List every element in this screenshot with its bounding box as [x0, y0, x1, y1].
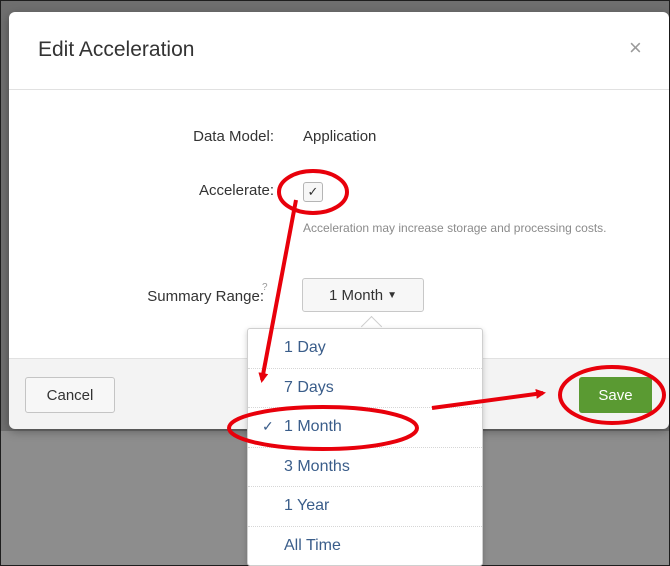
menu-item-1-year[interactable]: 1 Year — [248, 487, 482, 527]
checkmark-icon: ✓ — [262, 418, 274, 434]
chevron-down-icon: ▼ — [387, 289, 398, 301]
menu-item-7-days[interactable]: 7 Days — [248, 369, 482, 408]
summary-range-value: 1 Month — [328, 286, 384, 304]
modal-title: Edit Acceleration — [38, 38, 195, 61]
menu-item-3-months[interactable]: 3 Months — [248, 448, 482, 487]
save-button[interactable]: Save — [579, 377, 652, 413]
check-icon: ✓ — [307, 184, 319, 199]
acceleration-help-text: Acceleration may increase storage and pr… — [303, 221, 607, 235]
data-model-value: Application — [303, 128, 377, 145]
cancel-button[interactable]: Cancel — [25, 377, 115, 413]
menu-item-1-day[interactable]: 1 Day — [248, 329, 482, 369]
accelerate-checkbox[interactable]: ✓ — [303, 182, 323, 202]
menu-item-1-month[interactable]: ✓ 1 Month — [248, 408, 482, 448]
summary-range-dropdown[interactable]: 1 Month ▼ — [302, 278, 424, 312]
help-icon[interactable]: ? — [262, 282, 268, 293]
accelerate-label: Accelerate: — [198, 182, 274, 199]
summary-range-label: Summary Range: — [147, 288, 264, 305]
summary-range-menu: 1 Day 7 Days ✓ 1 Month 3 Months 1 Year Al… — [247, 328, 483, 566]
close-icon[interactable]: × — [629, 37, 642, 59]
modal-header: Edit Acceleration × — [9, 12, 669, 90]
data-model-label: Data Model: — [193, 128, 274, 145]
menu-item-all-time[interactable]: All Time — [248, 527, 482, 566]
